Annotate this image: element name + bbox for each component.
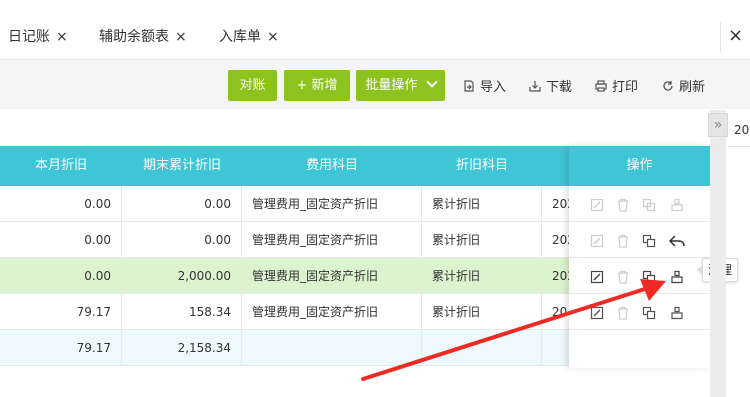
spacer	[0, 109, 710, 146]
double-chevron-right-icon[interactable]: »	[708, 113, 728, 137]
chevron-down-icon	[425, 76, 438, 88]
tab-label: 日记账	[8, 29, 50, 45]
dispose-icon[interactable]	[670, 305, 684, 320]
refresh-label: 刷新	[679, 80, 706, 95]
expense-account-cell: 管理费用_固定资产折旧	[242, 294, 422, 330]
print-button[interactable]: 打印	[595, 76, 638, 95]
toolbar: 对账 + 新增 批量操作 导入 下载 打印 刷新	[0, 60, 750, 109]
tab-stock-in[interactable]: 入库单 ×	[219, 26, 279, 46]
copy-icon[interactable]	[642, 269, 656, 284]
copy-icon[interactable]	[642, 305, 656, 320]
operations-row	[569, 222, 710, 258]
date-cell: 202	[552, 269, 572, 283]
batch-operation-button[interactable]: 批量操作	[356, 70, 445, 101]
reconcile-button[interactable]: 对账	[228, 70, 277, 101]
operations-row-empty	[569, 330, 710, 366]
expense-account-cell: 管理费用_固定资产折旧	[242, 258, 422, 294]
empty-cell	[422, 330, 542, 366]
download-button[interactable]: 下载	[529, 76, 572, 95]
delete-icon[interactable]	[616, 305, 630, 320]
edit-icon[interactable]	[590, 305, 604, 320]
expense-account-cell: 管理费用_固定资产折旧	[242, 222, 422, 258]
close-all-tabs-icon[interactable]: ×	[720, 22, 750, 52]
copy-icon[interactable]	[642, 233, 656, 248]
printer-icon	[595, 80, 607, 92]
accumulated-depreciation-cell: 0.00	[122, 186, 242, 222]
monthly-depreciation-cell: 0.00	[0, 222, 122, 258]
dispose-icon[interactable]	[670, 269, 684, 284]
print-label: 打印	[612, 80, 639, 95]
top-strip	[0, 0, 750, 12]
tab-close-icon[interactable]: ×	[175, 29, 187, 45]
col-depreciation-account[interactable]: 折旧科目	[422, 146, 542, 186]
edit-icon[interactable]	[590, 233, 604, 248]
copy-icon[interactable]	[642, 197, 656, 212]
batch-operation-label: 批量操作	[365, 78, 418, 93]
tab-journal[interactable]: 日记账 ×	[8, 26, 68, 46]
col-monthly-depreciation[interactable]: 本月折旧	[0, 146, 122, 186]
import-label: 导入	[480, 80, 507, 95]
refresh-button[interactable]: 刷新	[662, 76, 705, 95]
monthly-depreciation-cell: 79.17	[0, 294, 122, 330]
delete-icon[interactable]	[616, 197, 630, 212]
accumulated-depreciation-total: 2,158.34	[122, 330, 242, 366]
depreciation-account-cell: 累计折旧	[422, 294, 542, 330]
date-cell: 202	[552, 233, 572, 247]
empty-cell	[242, 330, 422, 366]
tab-close-icon[interactable]: ×	[267, 29, 279, 45]
expense-account-cell: 管理费用_固定资产折旧	[242, 186, 422, 222]
operations-column: 操作	[569, 146, 710, 368]
side-panel-date: 20	[728, 115, 750, 147]
depreciation-account-cell: 累计折旧	[422, 222, 542, 258]
dispose-icon[interactable]	[670, 197, 684, 212]
tab-label: 辅助余额表	[99, 29, 169, 45]
import-icon	[463, 80, 475, 92]
tab-close-icon[interactable]: ×	[56, 29, 68, 45]
col-accumulated-depreciation[interactable]: 期末累计折旧	[122, 146, 242, 186]
monthly-depreciation-cell: 0.00	[0, 258, 122, 294]
depreciation-account-cell: 累计折旧	[422, 186, 542, 222]
col-expense-account[interactable]: 费用科目	[242, 146, 422, 186]
tab-aux-balance[interactable]: 辅助余额表 ×	[99, 26, 187, 46]
import-button[interactable]: 导入	[463, 76, 506, 95]
operations-row	[569, 186, 710, 222]
accumulated-depreciation-cell: 2,000.00	[122, 258, 242, 294]
vertical-scrollbar[interactable]	[710, 110, 726, 397]
download-label: 下载	[546, 80, 573, 95]
accumulated-depreciation-cell: 158.34	[122, 294, 242, 330]
undo-icon[interactable]	[668, 233, 686, 247]
delete-icon[interactable]	[616, 233, 630, 248]
depreciation-account-cell: 累计折旧	[422, 258, 542, 294]
tab-bar: 日记账 × 辅助余额表 × 入库单 × ×	[0, 12, 750, 60]
operations-row	[569, 294, 710, 330]
date-cell: 202	[552, 197, 572, 211]
refresh-icon	[662, 80, 674, 92]
accumulated-depreciation-cell: 0.00	[122, 222, 242, 258]
edit-icon[interactable]	[590, 269, 604, 284]
download-icon	[529, 80, 541, 92]
edit-icon[interactable]	[590, 197, 604, 212]
operations-row-selected	[569, 258, 710, 294]
monthly-depreciation-total: 79.17	[0, 330, 122, 366]
delete-icon[interactable]	[616, 269, 630, 284]
tab-label: 入库单	[219, 29, 261, 45]
col-operations: 操作	[569, 146, 710, 186]
add-button[interactable]: + 新增	[284, 70, 350, 101]
monthly-depreciation-cell: 0.00	[0, 186, 122, 222]
date-cell: 20	[552, 305, 568, 319]
